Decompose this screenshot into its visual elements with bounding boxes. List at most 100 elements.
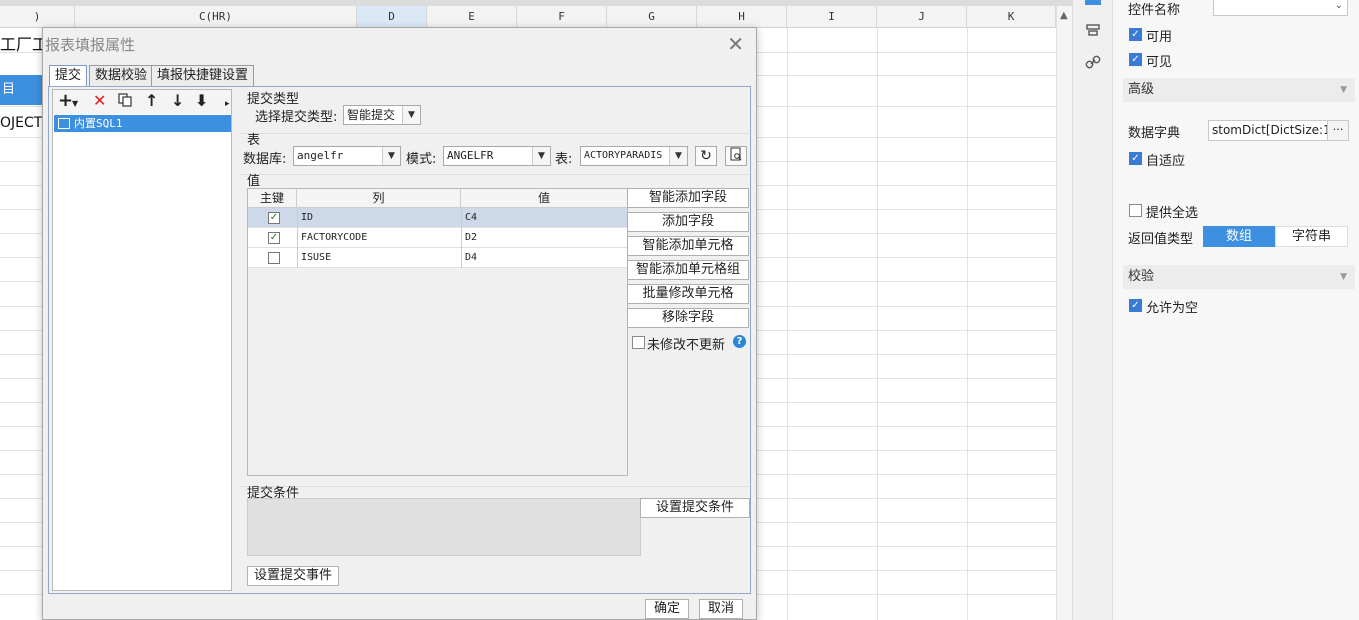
row-key-checkbox[interactable]	[268, 252, 280, 264]
sheet-vertical-scrollbar[interactable]: ▲	[1056, 6, 1072, 620]
column-header-e[interactable]: E	[427, 6, 517, 28]
add-dropdown-icon[interactable]: ▼	[72, 95, 78, 113]
column-header-c[interactable]: C(HR)	[75, 6, 357, 28]
row-value-cell[interactable]: C4	[461, 208, 627, 228]
add-field-button[interactable]: 添加字段	[627, 212, 749, 232]
header-primary-key[interactable]: 主键	[248, 189, 297, 208]
delete-icon[interactable]: ✕	[93, 92, 106, 110]
smart-add-cell-group-button[interactable]: 智能添加单元格组	[627, 260, 749, 280]
row-value-cell[interactable]: D4	[461, 248, 627, 268]
copy-icon[interactable]	[117, 92, 133, 112]
column-header-partial[interactable]: )	[0, 6, 75, 28]
return-type-string-option[interactable]: 字符串	[1275, 226, 1348, 247]
column-header-j[interactable]: J	[877, 6, 967, 28]
tab-submit[interactable]: 提交	[49, 65, 88, 87]
help-icon[interactable]: ?	[733, 335, 746, 348]
control-name-dropdown[interactable]: ⌄	[1213, 0, 1348, 16]
close-icon[interactable]: ✕	[727, 32, 744, 56]
no-update-unmodified-label: 未修改不更新	[647, 338, 726, 353]
refresh-icon[interactable]: ↻	[695, 146, 717, 166]
field-mapping-table: 主键 列 值 ✓ ID C4 ✓ FACTORYCODE D2 ISUSE D4	[247, 188, 628, 476]
collapse-caret-icon: ▼	[1340, 85, 1347, 95]
row-key-checkbox[interactable]: ✓	[268, 232, 280, 244]
tab-shortcut-settings[interactable]: 填报快捷键设置	[151, 65, 255, 86]
table-row[interactable]: ISUSE D4	[248, 248, 627, 268]
section-divider	[241, 486, 749, 487]
table-select[interactable]: ACTORYPARADIS ▼	[580, 146, 688, 166]
chevron-down-icon: ▼	[669, 147, 687, 165]
grid-line	[787, 28, 788, 620]
return-type-array-option[interactable]: 数组	[1203, 226, 1275, 247]
ok-button[interactable]: 确定	[645, 599, 689, 619]
header-column[interactable]: 列	[297, 189, 461, 208]
no-update-unmodified-checkbox[interactable]	[632, 336, 645, 349]
value-section-label: 值	[247, 174, 261, 189]
smart-add-field-button[interactable]: 智能添加字段	[627, 188, 749, 208]
submit-condition-area[interactable]	[247, 498, 641, 556]
column-header-f[interactable]: F	[517, 6, 607, 28]
header-value[interactable]: 值	[461, 189, 627, 208]
data-dict-field[interactable]: stomDict[DictSize:1]	[1208, 120, 1328, 141]
toolbar-overflow-icon[interactable]: ▸	[225, 95, 230, 113]
tree-item-label: 内置SQL1	[74, 117, 123, 130]
validation-section-title: 校验	[1128, 269, 1155, 284]
chevron-down-icon: ▼	[382, 147, 400, 165]
grid-line	[967, 28, 968, 620]
submit-tab-panel: + ▼ ✕ ↑ ↓ ⬇ ▸ 内置SQL1 提交类型 选择提交类型: 智能提交 ▼…	[48, 86, 751, 594]
advanced-section-header[interactable]: 高级 ▼	[1123, 78, 1355, 102]
move-up-icon[interactable]: ↑	[145, 92, 158, 110]
adaptive-checkbox[interactable]: ✓	[1129, 152, 1142, 165]
choose-submit-type-label: 选择提交类型:	[255, 110, 338, 125]
enabled-label: 可用	[1146, 30, 1173, 45]
tab-data-validation[interactable]: 数据校验	[89, 65, 154, 86]
table-label: 表:	[555, 152, 573, 167]
list-toolbar: + ▼ ✕ ↑ ↓ ⬇ ▸	[53, 90, 231, 114]
submit-config-pane: 提交类型 选择提交类型: 智能提交 ▼ 表 数据库: angelfr ▼ 模式:…	[237, 87, 750, 593]
schema-label: 模式:	[406, 152, 437, 167]
visible-checkbox[interactable]: ✓	[1129, 53, 1142, 66]
adaptive-label: 自适应	[1146, 154, 1186, 169]
smart-add-cell-button[interactable]: 智能添加单元格	[627, 236, 749, 256]
row-column-cell[interactable]: ISUSE	[297, 248, 461, 268]
table-row[interactable]: ✓ ID C4	[248, 208, 627, 228]
cell-title-fragment[interactable]: 工厂工	[0, 31, 48, 55]
submit-type-select[interactable]: 智能提交 ▼	[343, 105, 421, 125]
row-value-cell[interactable]: D2	[461, 228, 627, 248]
set-submit-event-button[interactable]: 设置提交事件	[247, 566, 339, 586]
preview-table-icon[interactable]	[725, 146, 747, 166]
add-icon[interactable]: +	[58, 92, 73, 110]
scroll-up-icon[interactable]: ▲	[1060, 10, 1068, 21]
chevron-down-icon: ⌄	[1334, 0, 1343, 11]
select-all-label: 提供全选	[1146, 206, 1199, 221]
select-all-checkbox[interactable]	[1129, 204, 1142, 217]
column-header-h[interactable]: H	[697, 6, 787, 28]
move-down-icon[interactable]: ↓	[171, 92, 184, 110]
tree-item-builtin-sql[interactable]: 内置SQL1	[54, 115, 231, 132]
row-key-checkbox[interactable]: ✓	[268, 212, 280, 224]
cell-text-fragment[interactable]: OJECT	[0, 115, 42, 131]
row-column-cell[interactable]: FACTORYCODE	[297, 228, 461, 248]
column-header-g[interactable]: G	[607, 6, 697, 28]
enabled-checkbox[interactable]: ✓	[1129, 28, 1142, 41]
table-row[interactable]: ✓ FACTORYCODE D2	[248, 228, 627, 248]
cell-selected-fragment[interactable]: 目	[0, 75, 44, 105]
allow-empty-checkbox[interactable]: ✓	[1129, 299, 1142, 312]
chevron-down-icon: ▼	[532, 147, 550, 165]
column-header-d[interactable]: D	[357, 6, 427, 28]
set-submit-condition-button[interactable]: 设置提交条件	[640, 498, 750, 518]
batch-modify-cells-button[interactable]: 批量修改单元格	[627, 284, 749, 304]
link-icon[interactable]	[1085, 54, 1101, 73]
database-select[interactable]: angelfr ▼	[293, 146, 401, 166]
column-header-i[interactable]: I	[787, 6, 877, 28]
remove-field-button[interactable]: 移除字段	[627, 308, 749, 328]
layers-icon[interactable]	[1085, 22, 1101, 41]
tool-active-indicator	[1085, 0, 1101, 5]
data-dict-more-button[interactable]: ···	[1327, 120, 1349, 141]
cancel-button[interactable]: 取消	[699, 599, 743, 619]
column-header-k[interactable]: K	[967, 6, 1056, 28]
move-bottom-icon[interactable]: ⬇	[195, 92, 208, 110]
schema-select[interactable]: ANGELFR ▼	[443, 146, 551, 166]
section-divider	[241, 174, 749, 175]
validation-section-header[interactable]: 校验 ▼	[1123, 265, 1355, 289]
row-column-cell[interactable]: ID	[297, 208, 461, 228]
